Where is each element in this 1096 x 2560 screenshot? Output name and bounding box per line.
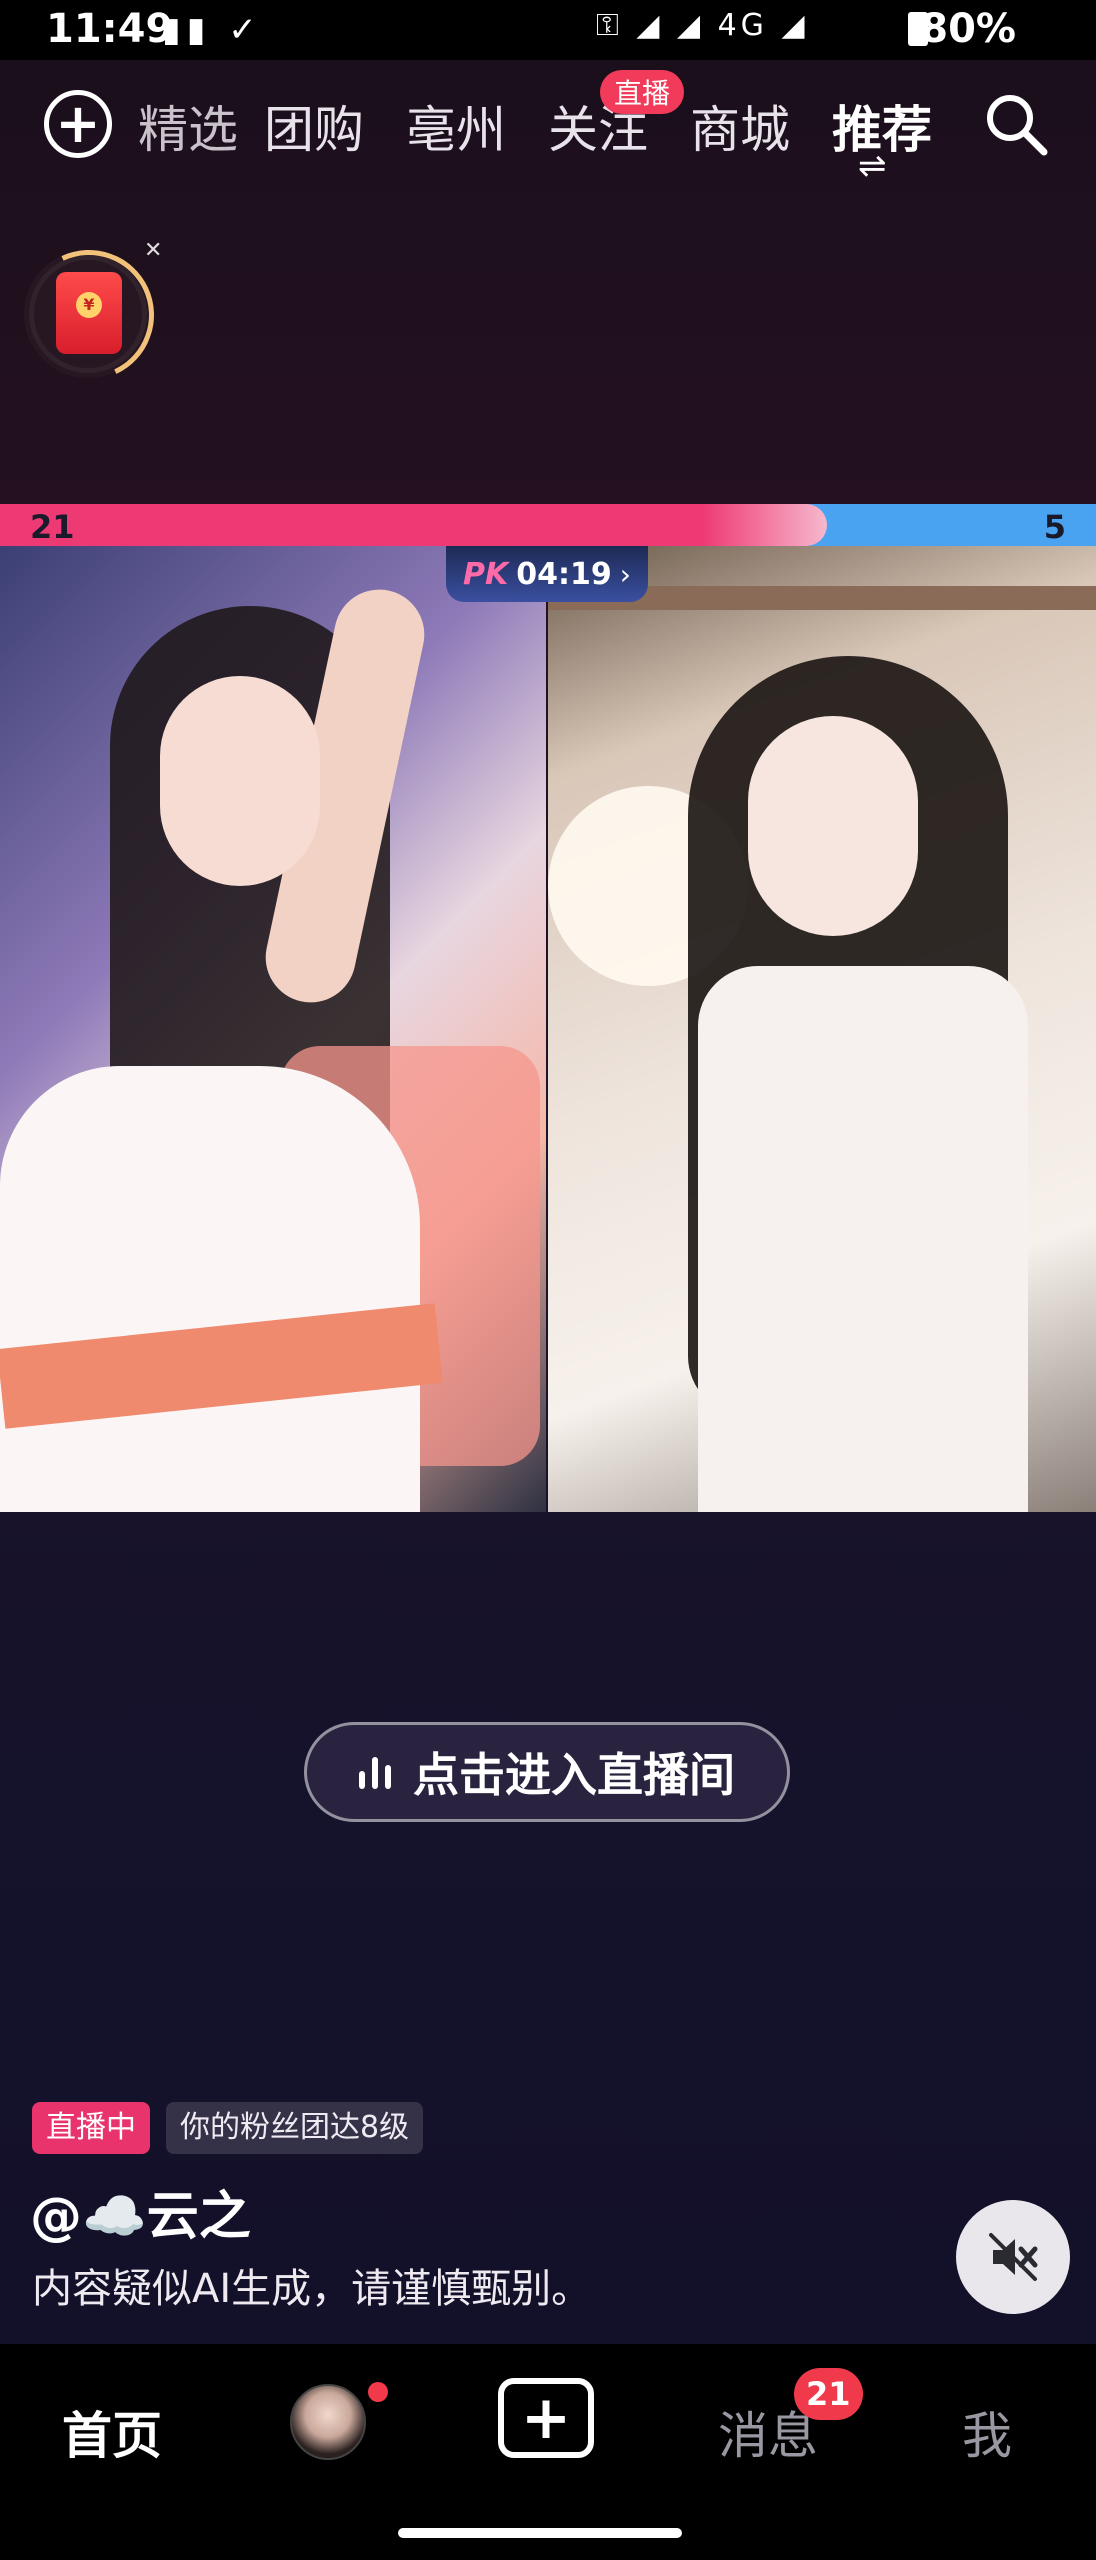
coin-icon: ¥ xyxy=(76,292,102,318)
pk-timer[interactable]: PK 04:19 › xyxy=(446,546,648,602)
status-notification-icons: ▮▮ ✓ xyxy=(162,10,263,50)
dress-shape xyxy=(698,966,1028,1512)
close-icon[interactable]: ✕ xyxy=(144,238,162,263)
plus-square-icon[interactable]: + xyxy=(498,2378,594,2458)
live-status-tag[interactable]: 直播中 xyxy=(32,2102,150,2154)
top-nav: + 精选 团购 亳州 关注 直播 商城 推荐 ⇌ xyxy=(0,62,1096,186)
dress-shape xyxy=(0,1066,420,1512)
mute-icon xyxy=(989,2233,1038,2281)
pk-logo: PK xyxy=(463,556,509,592)
author-name[interactable]: @☁️云之 xyxy=(30,2174,251,2249)
enter-live-room-button[interactable]: 点击进入直播间 xyxy=(304,1722,790,1822)
tab-group-buy[interactable]: 团购 xyxy=(264,90,364,162)
status-network-icons: ⚿ ◢ ◢ 4G ◢ xyxy=(596,8,809,43)
video-left-streamer[interactable] xyxy=(0,546,546,1512)
swap-icon[interactable]: ⇌ xyxy=(858,146,887,186)
tab-home[interactable]: 首页 xyxy=(62,2396,162,2468)
live-badge: 直播 xyxy=(600,70,685,114)
tab-local[interactable]: 亳州 xyxy=(406,90,506,162)
mute-button[interactable] xyxy=(956,2200,1070,2314)
tab-mall[interactable]: 商城 xyxy=(690,90,790,162)
status-bar: 11:49 ▮▮ ✓ ⚿ ◢ ◢ 4G ◢ 80% xyxy=(0,0,1096,60)
friend-avatar[interactable] xyxy=(290,2384,366,2460)
face-shape xyxy=(748,716,918,936)
pk-left-score: 21 xyxy=(30,508,75,546)
search-icon[interactable] xyxy=(982,90,1050,158)
tab-featured[interactable]: 精选 xyxy=(138,90,238,162)
bars-icon xyxy=(359,1755,391,1789)
ai-content-note: 内容疑似AI生成，请谨慎甄别。 xyxy=(32,2266,592,2312)
messages-badge: 21 xyxy=(794,2368,863,2420)
face-shape xyxy=(160,676,320,886)
unread-dot xyxy=(368,2382,388,2402)
pk-score-bar: 21 5 xyxy=(0,504,1096,546)
battery-percent: 80% xyxy=(920,6,1016,52)
pk-right-score: 5 xyxy=(1043,508,1066,546)
enter-live-label: 点击进入直播间 xyxy=(413,1748,735,1802)
pk-countdown: 04:19 xyxy=(516,556,612,592)
home-indicator[interactable] xyxy=(398,2528,682,2538)
video-right-streamer[interactable] xyxy=(548,546,1096,1512)
tab-me[interactable]: 我 xyxy=(962,2396,1012,2468)
chevron-right-icon: › xyxy=(619,557,631,591)
status-time: 11:49 xyxy=(46,6,174,52)
pk-left-fill xyxy=(0,504,828,546)
network-type: 4G xyxy=(717,8,768,43)
fan-club-tag[interactable]: 你的粉丝团达8级 xyxy=(166,2102,424,2154)
plus-circle-icon[interactable]: + xyxy=(44,90,112,158)
